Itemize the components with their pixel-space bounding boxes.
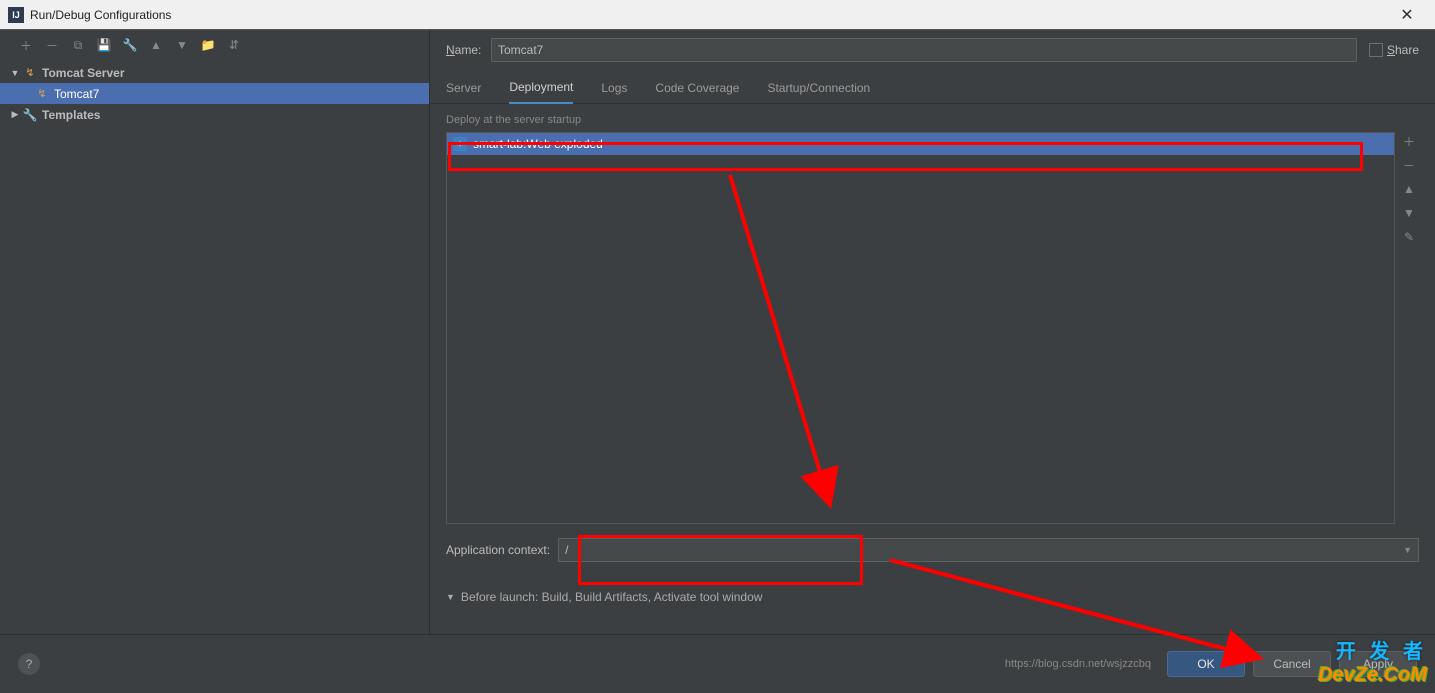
checkbox-icon[interactable] (1369, 43, 1383, 57)
sidebar-toolbar: ＋ － ⧉ 💾 🔧 ▲ ▼ 📁 ⇵ (0, 30, 429, 60)
name-row: Name: Share (430, 30, 1435, 68)
deploy-item[interactable]: ✶ smart-lab:Web exploded (447, 133, 1394, 155)
tree-tomcat-server[interactable]: ▼ ↯ Tomcat Server (0, 62, 429, 83)
deploy-section-label: Deploy at the server startup (430, 104, 1435, 132)
deploy-item-label: smart-lab:Web exploded (473, 137, 603, 151)
content-panel: Name: Share Server Deployment Logs Code … (430, 30, 1435, 634)
share-checkbox[interactable]: Share (1369, 43, 1419, 57)
bottom-bar: ? https://blog.csdn.net/wsjzzcbq OK Canc… (0, 634, 1435, 693)
window-title: Run/Debug Configurations (30, 8, 1387, 22)
add-icon[interactable]: ＋ (18, 37, 34, 53)
chevron-down-icon[interactable]: ▼ (1403, 545, 1412, 555)
apply-button[interactable]: Apply (1339, 651, 1417, 677)
tab-code-coverage[interactable]: Code Coverage (655, 72, 739, 104)
tree-label: Templates (42, 108, 100, 122)
main-area: ＋ － ⧉ 💾 🔧 ▲ ▼ 📁 ⇵ ▼ ↯ Tomcat Server ↯ To… (0, 30, 1435, 634)
add-icon[interactable]: ＋ (1401, 132, 1417, 150)
sidebar: ＋ － ⧉ 💾 🔧 ▲ ▼ 📁 ⇵ ▼ ↯ Tomcat Server ↯ To… (0, 30, 430, 634)
config-tree: ▼ ↯ Tomcat Server ↯ Tomcat7 ▶ 🔧 Template… (0, 60, 429, 634)
before-launch-label: Before launch: Build, Build Artifacts, A… (461, 590, 763, 604)
edit-icon[interactable]: ✎ (1401, 228, 1417, 246)
tab-server[interactable]: Server (446, 72, 481, 104)
tree-label: Tomcat7 (54, 87, 99, 101)
name-label: Name: (446, 43, 491, 57)
tree-label: Tomcat Server (42, 66, 124, 80)
artifact-icon: ✶ (453, 137, 467, 151)
context-value: / (565, 543, 568, 557)
up-icon[interactable]: ▲ (148, 37, 164, 53)
tomcat-icon: ↯ (22, 65, 38, 81)
footer-url: https://blog.csdn.net/wsjzzcbq (1005, 658, 1151, 670)
before-launch-section[interactable]: ▼ Before launch: Build, Build Artifacts,… (446, 590, 1419, 604)
title-bar: IJ Run/Debug Configurations ✕ (0, 0, 1435, 30)
remove-icon[interactable]: － (1401, 156, 1417, 174)
context-label: Application context: (446, 543, 550, 557)
copy-icon[interactable]: ⧉ (70, 37, 86, 53)
tomcat-icon: ↯ (34, 86, 50, 102)
settings-icon[interactable]: 🔧 (122, 37, 138, 53)
share-label: Share (1387, 43, 1419, 57)
tab-deployment[interactable]: Deployment (509, 72, 573, 104)
save-icon[interactable]: 💾 (96, 37, 112, 53)
bottom-right: https://blog.csdn.net/wsjzzcbq OK Cancel… (1005, 651, 1417, 677)
up-icon[interactable]: ▲ (1401, 180, 1417, 198)
collapse-icon[interactable]: ⇵ (226, 37, 242, 53)
application-context-row: Application context: / ▼ (446, 538, 1419, 562)
deploy-area: ✶ smart-lab:Web exploded ＋ － ▲ ▼ ✎ (446, 132, 1419, 524)
folder-icon[interactable]: 📁 (200, 37, 216, 53)
down-icon[interactable]: ▼ (174, 37, 190, 53)
ok-button[interactable]: OK (1167, 651, 1245, 677)
expand-arrow-icon[interactable]: ▼ (446, 592, 455, 602)
application-context-combo[interactable]: / ▼ (558, 538, 1419, 562)
down-icon[interactable]: ▼ (1401, 204, 1417, 222)
tab-startup-connection[interactable]: Startup/Connection (767, 72, 870, 104)
tree-templates[interactable]: ▶ 🔧 Templates (0, 104, 429, 125)
cancel-button[interactable]: Cancel (1253, 651, 1331, 677)
name-input[interactable] (491, 38, 1357, 62)
tab-logs[interactable]: Logs (601, 72, 627, 104)
tabs: Server Deployment Logs Code Coverage Sta… (430, 72, 1435, 104)
close-button[interactable]: ✕ (1387, 0, 1427, 30)
help-button[interactable]: ? (18, 653, 40, 675)
app-icon: IJ (8, 7, 24, 23)
deploy-side-toolbar: ＋ － ▲ ▼ ✎ (1399, 132, 1419, 524)
expand-arrow-icon[interactable]: ▶ (8, 109, 22, 120)
remove-icon[interactable]: － (44, 37, 60, 53)
expand-arrow-icon[interactable]: ▼ (8, 68, 22, 78)
deploy-list[interactable]: ✶ smart-lab:Web exploded (446, 132, 1395, 524)
tree-tomcat7[interactable]: ↯ Tomcat7 (0, 83, 429, 104)
wrench-icon: 🔧 (22, 107, 38, 123)
